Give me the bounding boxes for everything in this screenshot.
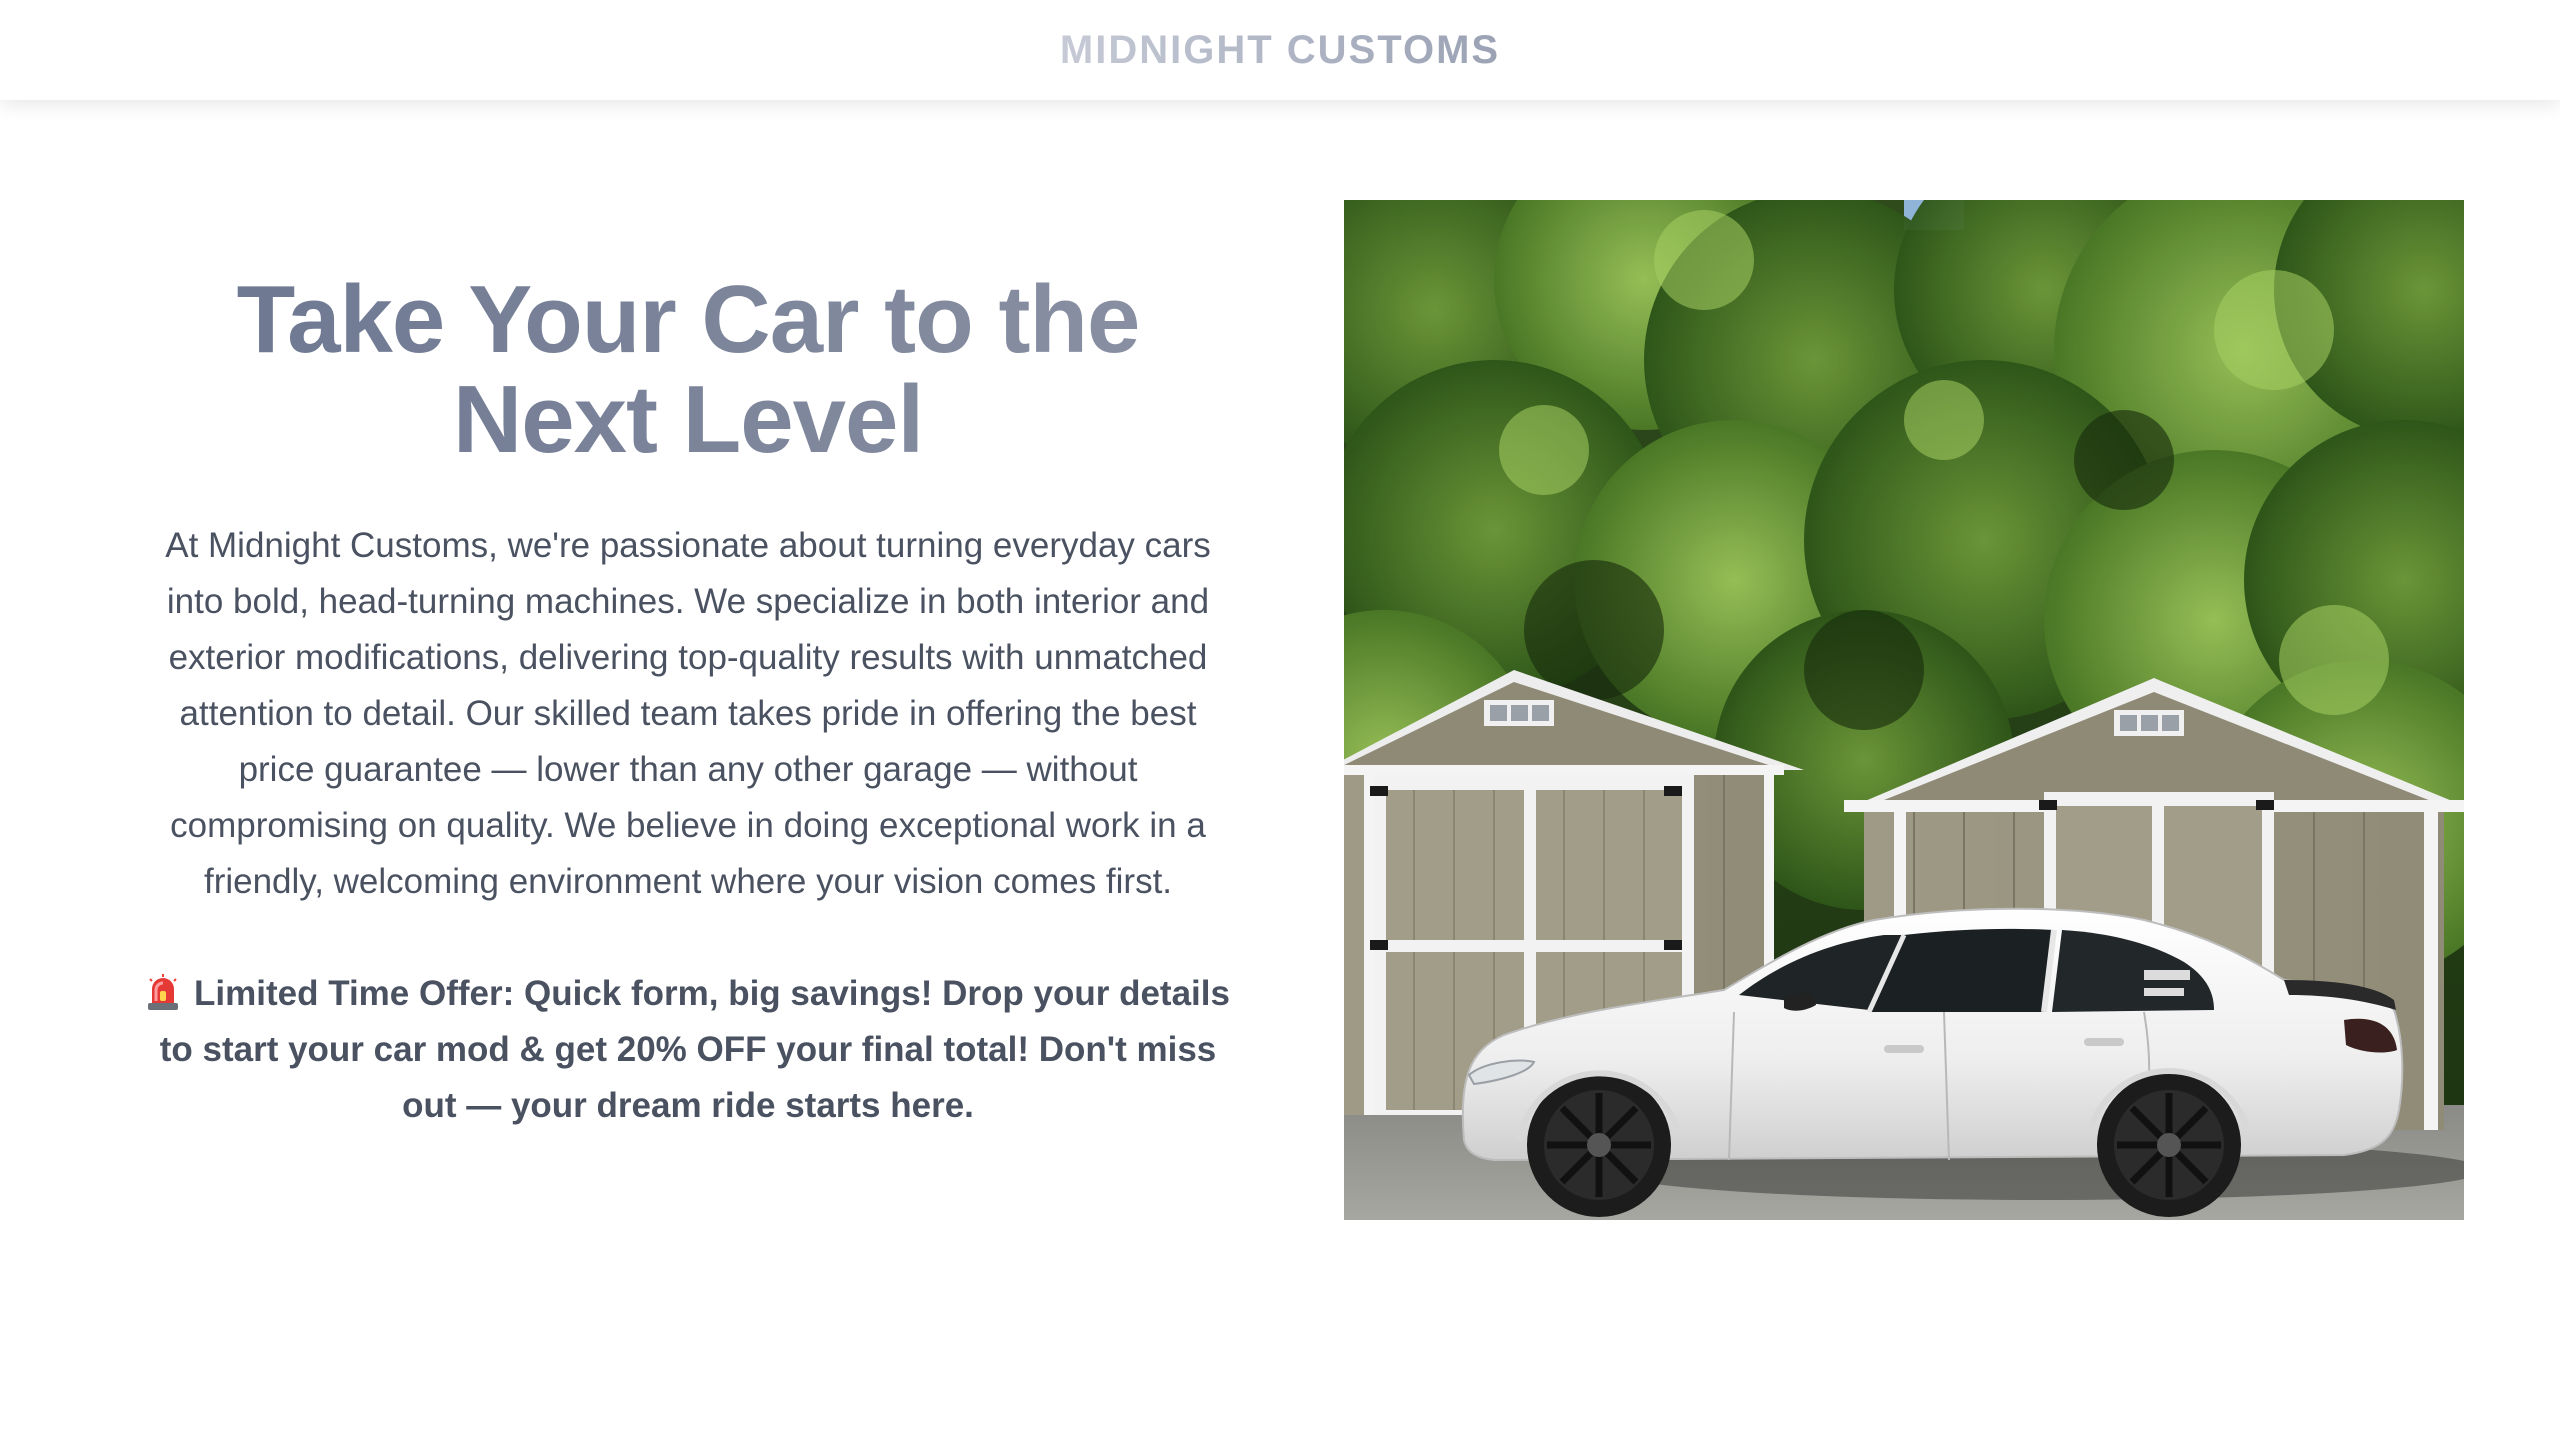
limited-offer: Limited Time Offer: Quick form, big savi… (128, 966, 1248, 1134)
hero-headline-line2: Next Level (452, 366, 924, 473)
car-photo-illustration (1344, 200, 2464, 1220)
site-header: MIDNIGHT CUSTOMS (0, 0, 2560, 100)
siren-icon (146, 972, 180, 1010)
hero-car-photo (1344, 200, 2464, 1220)
hero-description: At Midnight Customs, we're passionate ab… (165, 526, 1211, 901)
hero-headline-line1: Take Your Car to the (236, 266, 1140, 373)
hero-section: Take Your Car to the Next Level At Midni… (128, 270, 1248, 1134)
limited-offer-text: Limited Time Offer: Quick form, big savi… (159, 974, 1230, 1125)
brand-logo[interactable]: MIDNIGHT CUSTOMS (1060, 28, 1500, 73)
hero-headline: Take Your Car to the Next Level (128, 270, 1248, 470)
